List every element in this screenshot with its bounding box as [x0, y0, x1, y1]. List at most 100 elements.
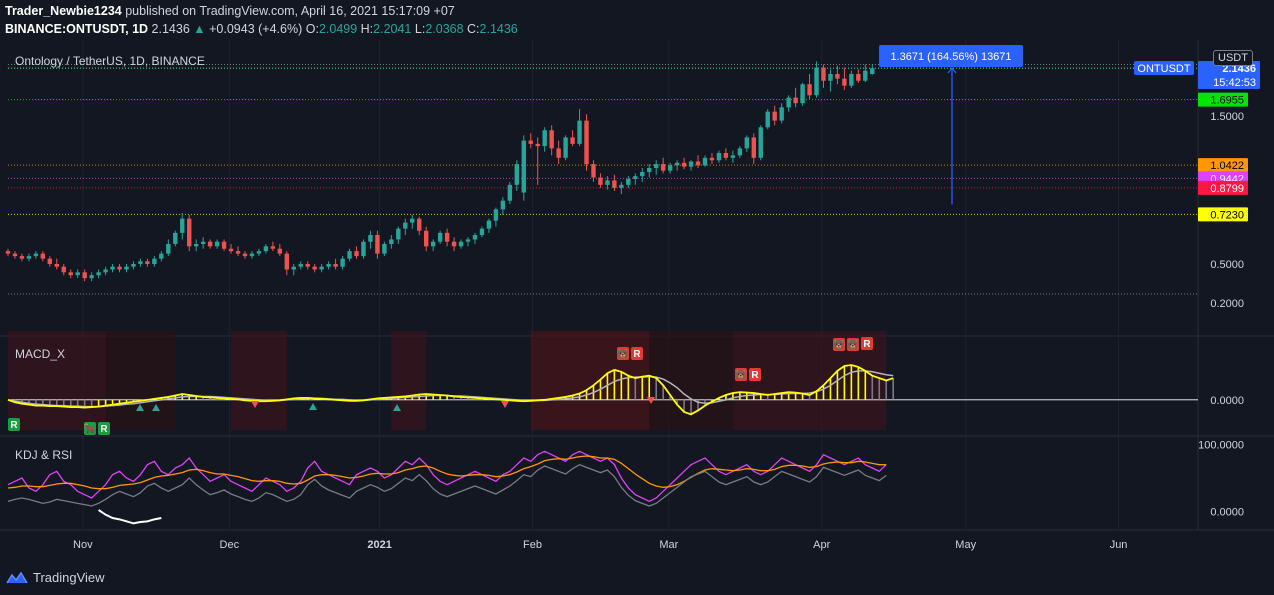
publisher-name[interactable]: Trader_Newbie1234	[5, 4, 122, 18]
brand-name: TradingView	[33, 570, 105, 585]
time-tick-label: Dec	[220, 539, 240, 551]
candle-body	[702, 157, 708, 166]
last-price-value: 2.1436	[151, 22, 190, 36]
candle-body	[173, 232, 178, 244]
measure-label: 1.3671 (164.56%) 13671	[890, 51, 1011, 63]
candle-body	[654, 164, 659, 168]
candle-body	[598, 177, 603, 185]
time-tick-label: Apr	[813, 539, 830, 551]
candle-body	[138, 261, 143, 264]
candle-body	[779, 107, 784, 121]
candle-body	[528, 140, 533, 144]
candle-body	[479, 228, 485, 236]
candle-body	[207, 241, 213, 247]
candle-body	[688, 161, 694, 167]
candle-body	[5, 251, 11, 254]
candle-body	[396, 228, 401, 240]
macd-background-zone	[231, 331, 287, 430]
price-tick-label: 1.5000	[1210, 111, 1244, 123]
candle-body	[242, 253, 248, 257]
level-price-label: 0.7230	[1210, 209, 1244, 221]
candle-body	[674, 162, 680, 166]
symbol-ohlc-line: BINANCE:ONTUSDT, 1D 2.1436 ▲ +0.0943 (+4…	[5, 22, 518, 36]
reversal-marker-label: R	[863, 339, 871, 350]
candle-body	[660, 164, 666, 171]
candle-body	[486, 220, 492, 229]
currency-unit-button[interactable]: USDT	[1213, 50, 1253, 66]
candle-body	[284, 253, 289, 270]
reversal-marker-label: R	[751, 370, 759, 381]
candle-body	[152, 258, 157, 264]
candle-body	[382, 243, 387, 254]
candle-body	[145, 261, 150, 264]
candle-body	[765, 111, 770, 128]
candle-body	[96, 272, 101, 276]
candle-body	[605, 180, 610, 185]
candle-body	[681, 162, 687, 167]
bull-marker-label: 🐂	[84, 423, 96, 435]
candle-body	[535, 143, 540, 147]
bear-marker-label: 🐻	[617, 347, 630, 360]
candle-body	[166, 243, 171, 254]
candle-body	[235, 251, 241, 254]
candle-body	[835, 73, 840, 79]
candle-body	[612, 180, 617, 188]
candle-body	[249, 253, 255, 257]
open-value: 2.0499	[318, 22, 358, 36]
time-tick-label: Feb	[523, 539, 542, 551]
time-tick-label: Jun	[1110, 539, 1128, 551]
candle-body	[737, 148, 743, 156]
candle-body	[305, 263, 310, 267]
chart-canvas[interactable]: R🐂R🐻R🐻R🐻🐻R 1.3671 (164.56%) 13671 2.1350…	[0, 40, 1274, 562]
candle-body	[47, 258, 53, 264]
macd-background-zone	[8, 331, 106, 430]
candle-body	[319, 266, 324, 270]
candle-body	[375, 235, 380, 254]
candle-body	[131, 263, 136, 267]
candle-body	[270, 246, 276, 249]
candle-body	[814, 67, 819, 96]
price-tick-label: 0.5000	[1210, 259, 1244, 271]
time-tick-label: 2021	[367, 539, 391, 551]
candle-body	[103, 269, 108, 273]
candle-body	[33, 253, 39, 257]
high-value: 2.2041	[373, 22, 412, 36]
bear-marker-label: 🐻	[833, 338, 846, 351]
candle-body	[633, 176, 638, 179]
candle-body	[800, 84, 805, 104]
macd-tick-label: 0.2000	[1210, 298, 1244, 310]
candle-body	[389, 239, 394, 244]
candle-body	[730, 155, 736, 158]
candle-body	[870, 68, 875, 74]
candle-body	[542, 130, 547, 147]
kdj-pane-title: KDJ & RSI	[15, 448, 73, 462]
candle-body	[709, 157, 715, 161]
candle-body	[751, 137, 756, 158]
candle-body	[193, 243, 199, 247]
candle-body	[410, 218, 415, 223]
candle-body	[591, 164, 596, 178]
candle-body	[647, 167, 652, 173]
time-tick-label: May	[955, 539, 976, 551]
candle-body	[842, 78, 847, 86]
candle-body	[549, 130, 554, 149]
candle-body	[26, 256, 32, 259]
candle-body	[828, 73, 833, 81]
candle-body	[619, 184, 624, 188]
candle-body	[354, 251, 359, 257]
close-value: 2.1436	[479, 22, 518, 36]
candle-body	[89, 275, 94, 279]
candle-body	[424, 230, 429, 247]
time-tick-label: Nov	[73, 539, 93, 551]
candle-body	[361, 241, 366, 257]
candle-body	[493, 209, 499, 221]
published-text: published on TradingView.com, April 16, …	[125, 4, 455, 18]
time-tick-label: Mar	[659, 539, 678, 551]
candle-body	[667, 165, 673, 171]
candle-body	[807, 84, 812, 96]
publisher-line: Trader_Newbie1234 published on TradingVi…	[5, 4, 455, 18]
tradingview-brand[interactable]: TradingView	[6, 570, 105, 585]
candle-body	[793, 97, 798, 104]
candle-body	[465, 239, 471, 242]
candle-body	[556, 148, 561, 158]
